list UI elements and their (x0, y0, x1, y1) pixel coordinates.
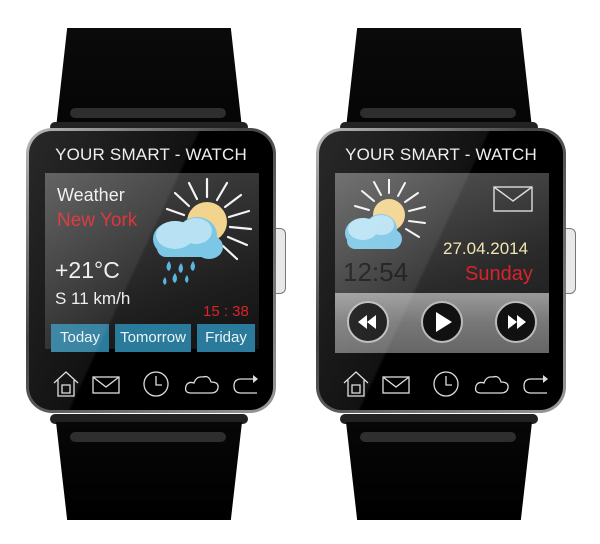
smartwatch-weather: YOUR SMART - WATCH Weather New York +21°… (0, 0, 286, 544)
clock-time: 12:54 (343, 257, 409, 287)
media-controls (335, 293, 549, 353)
wind-speed: S 11 km/h (55, 289, 131, 308)
day-tab-today[interactable]: Today (51, 324, 109, 352)
play-button[interactable] (421, 301, 463, 343)
strap-highlight (360, 108, 516, 118)
temperature: +21°C (55, 257, 120, 283)
forward-icon[interactable] (231, 369, 261, 399)
mail-icon[interactable] (381, 369, 411, 399)
cloud-icon[interactable] (473, 369, 511, 399)
smartwatch-clock: YOUR SMART - WATCH 27.04.2014 12:54 Sund… (290, 0, 576, 544)
watch-case: YOUR SMART - WATCH 27.04.2014 12:54 Sund… (316, 128, 566, 413)
play-icon (436, 312, 452, 332)
home-icon[interactable] (341, 369, 371, 399)
forward-icon[interactable] (521, 369, 551, 399)
strap-highlight (70, 432, 226, 442)
weather-screen: Weather New York +21°C S 11 km/h 15 : 38 (45, 173, 259, 352)
weather-label: Weather (57, 185, 125, 205)
clock-icon[interactable] (431, 369, 461, 399)
fast-forward-button[interactable] (495, 301, 537, 343)
watch-title: YOUR SMART - WATCH (55, 145, 247, 164)
sun-cloud-rain-icon (153, 177, 253, 285)
fast-forward-icon (508, 315, 526, 329)
notification-mail-icon[interactable] (493, 185, 533, 213)
clock-screen: 27.04.2014 12:54 Sunday (335, 173, 549, 353)
rewind-button[interactable] (347, 301, 389, 343)
mail-icon[interactable] (91, 369, 121, 399)
strap-highlight (360, 432, 516, 442)
cloud-icon[interactable] (183, 369, 221, 399)
home-icon[interactable] (51, 369, 81, 399)
sun-cloud-icon (345, 179, 426, 249)
watch-case: YOUR SMART - WATCH Weather New York +21°… (26, 128, 276, 413)
weekday: Sunday (465, 263, 533, 285)
strap-highlight (70, 108, 226, 118)
watch-title: YOUR SMART - WATCH (345, 145, 537, 164)
city-name: New York (57, 210, 138, 231)
rewind-icon (358, 315, 376, 329)
date: 27.04.2014 (443, 239, 529, 258)
day-tab-friday[interactable]: Friday (197, 324, 255, 352)
day-tab-tomorrow[interactable]: Tomorrow (115, 324, 191, 352)
current-time: 15 : 38 (203, 303, 249, 320)
clock-icon[interactable] (141, 369, 171, 399)
